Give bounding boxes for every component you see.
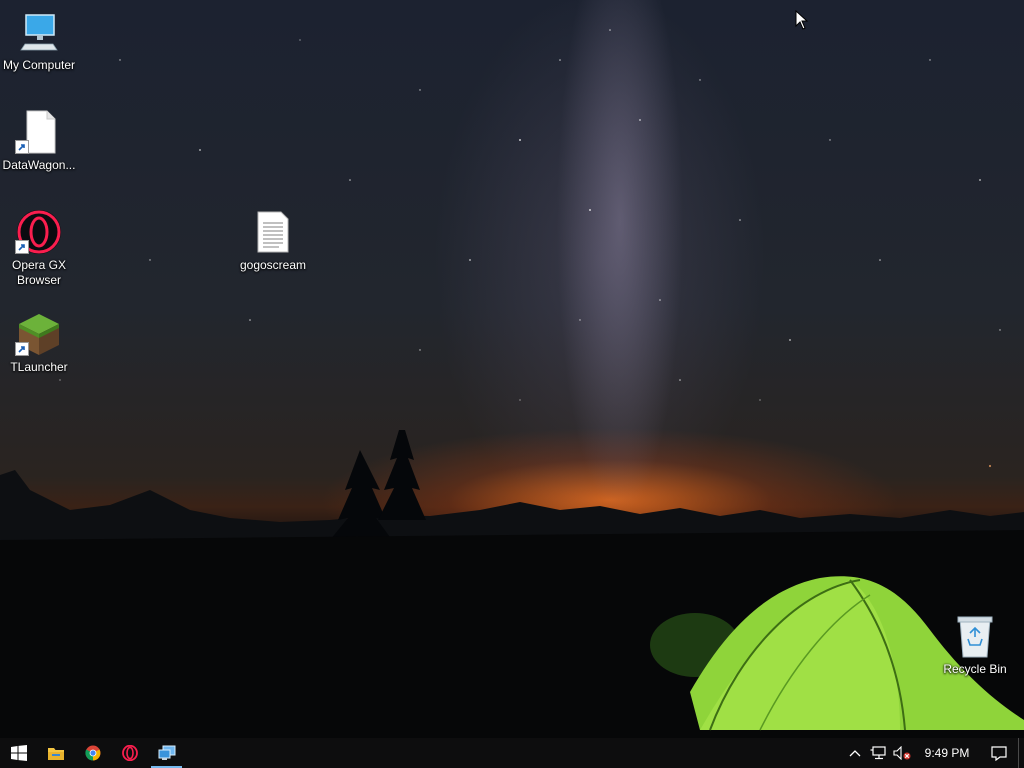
remote-desktop-icon <box>158 745 175 760</box>
action-center-icon <box>991 745 1007 761</box>
desktop-wallpaper <box>0 0 1024 768</box>
shortcut-arrow-icon <box>15 342 29 356</box>
chevron-up-icon <box>849 750 861 757</box>
desktop-icon-label: Opera GX Browser <box>11 258 67 287</box>
taskbar-clock[interactable]: 9:49 PM <box>914 738 980 768</box>
recycle-bin-icon <box>951 612 999 660</box>
volume-muted-icon <box>893 746 911 760</box>
volume-button[interactable] <box>890 738 914 768</box>
start-button[interactable] <box>0 738 37 768</box>
opera-gx-icon <box>15 208 63 256</box>
desktop-icon-gogoscream[interactable]: gogoscream <box>235 208 311 273</box>
opera-icon <box>121 745 138 761</box>
network-button[interactable] <box>866 738 890 768</box>
taskbar-opera[interactable] <box>111 738 148 768</box>
shortcut-arrow-icon <box>15 140 29 154</box>
chrome-icon <box>84 745 100 761</box>
mouse-cursor-icon <box>795 10 809 30</box>
desktop-icon-label: TLauncher <box>10 360 68 374</box>
taskbar-file-explorer[interactable] <box>37 738 74 768</box>
taskbar-chrome[interactable] <box>74 738 111 768</box>
taskbar: 9:49 PM <box>0 738 1024 768</box>
show-hidden-icons-button[interactable] <box>844 738 866 768</box>
desktop-icon-datawagon[interactable]: DataWagon... <box>1 108 77 173</box>
desktop-icon-label: Recycle Bin <box>943 662 1007 676</box>
mountains-and-tent <box>0 430 1024 768</box>
desktop-icon-recycle-bin[interactable]: Recycle Bin <box>937 612 1013 677</box>
shortcut-arrow-icon <box>15 240 29 254</box>
desktop-icon-label: DataWagon... <box>2 158 76 172</box>
desktop-icon-opera-gx[interactable]: Opera GX Browser <box>1 208 77 288</box>
computer-icon <box>15 8 63 56</box>
folder-icon <box>47 748 64 760</box>
action-center-button[interactable] <box>980 738 1018 768</box>
system-tray: 9:49 PM <box>844 738 1024 768</box>
desktop-icon-tlauncher[interactable]: TLauncher <box>1 310 77 375</box>
desktop-icon-label: gogoscream <box>239 258 307 272</box>
minecraft-grass-block-icon <box>15 310 63 358</box>
taskbar-remote-desktop[interactable] <box>148 738 185 768</box>
network-icon <box>870 746 886 760</box>
document-shortcut-icon <box>15 108 63 156</box>
desktop-icon-label: My Computer <box>2 58 76 72</box>
show-desktop-button[interactable] <box>1018 738 1024 768</box>
windows-logo-icon <box>10 745 27 761</box>
text-file-icon <box>249 208 297 256</box>
desktop-icon-my-computer[interactable]: My Computer <box>1 8 77 73</box>
